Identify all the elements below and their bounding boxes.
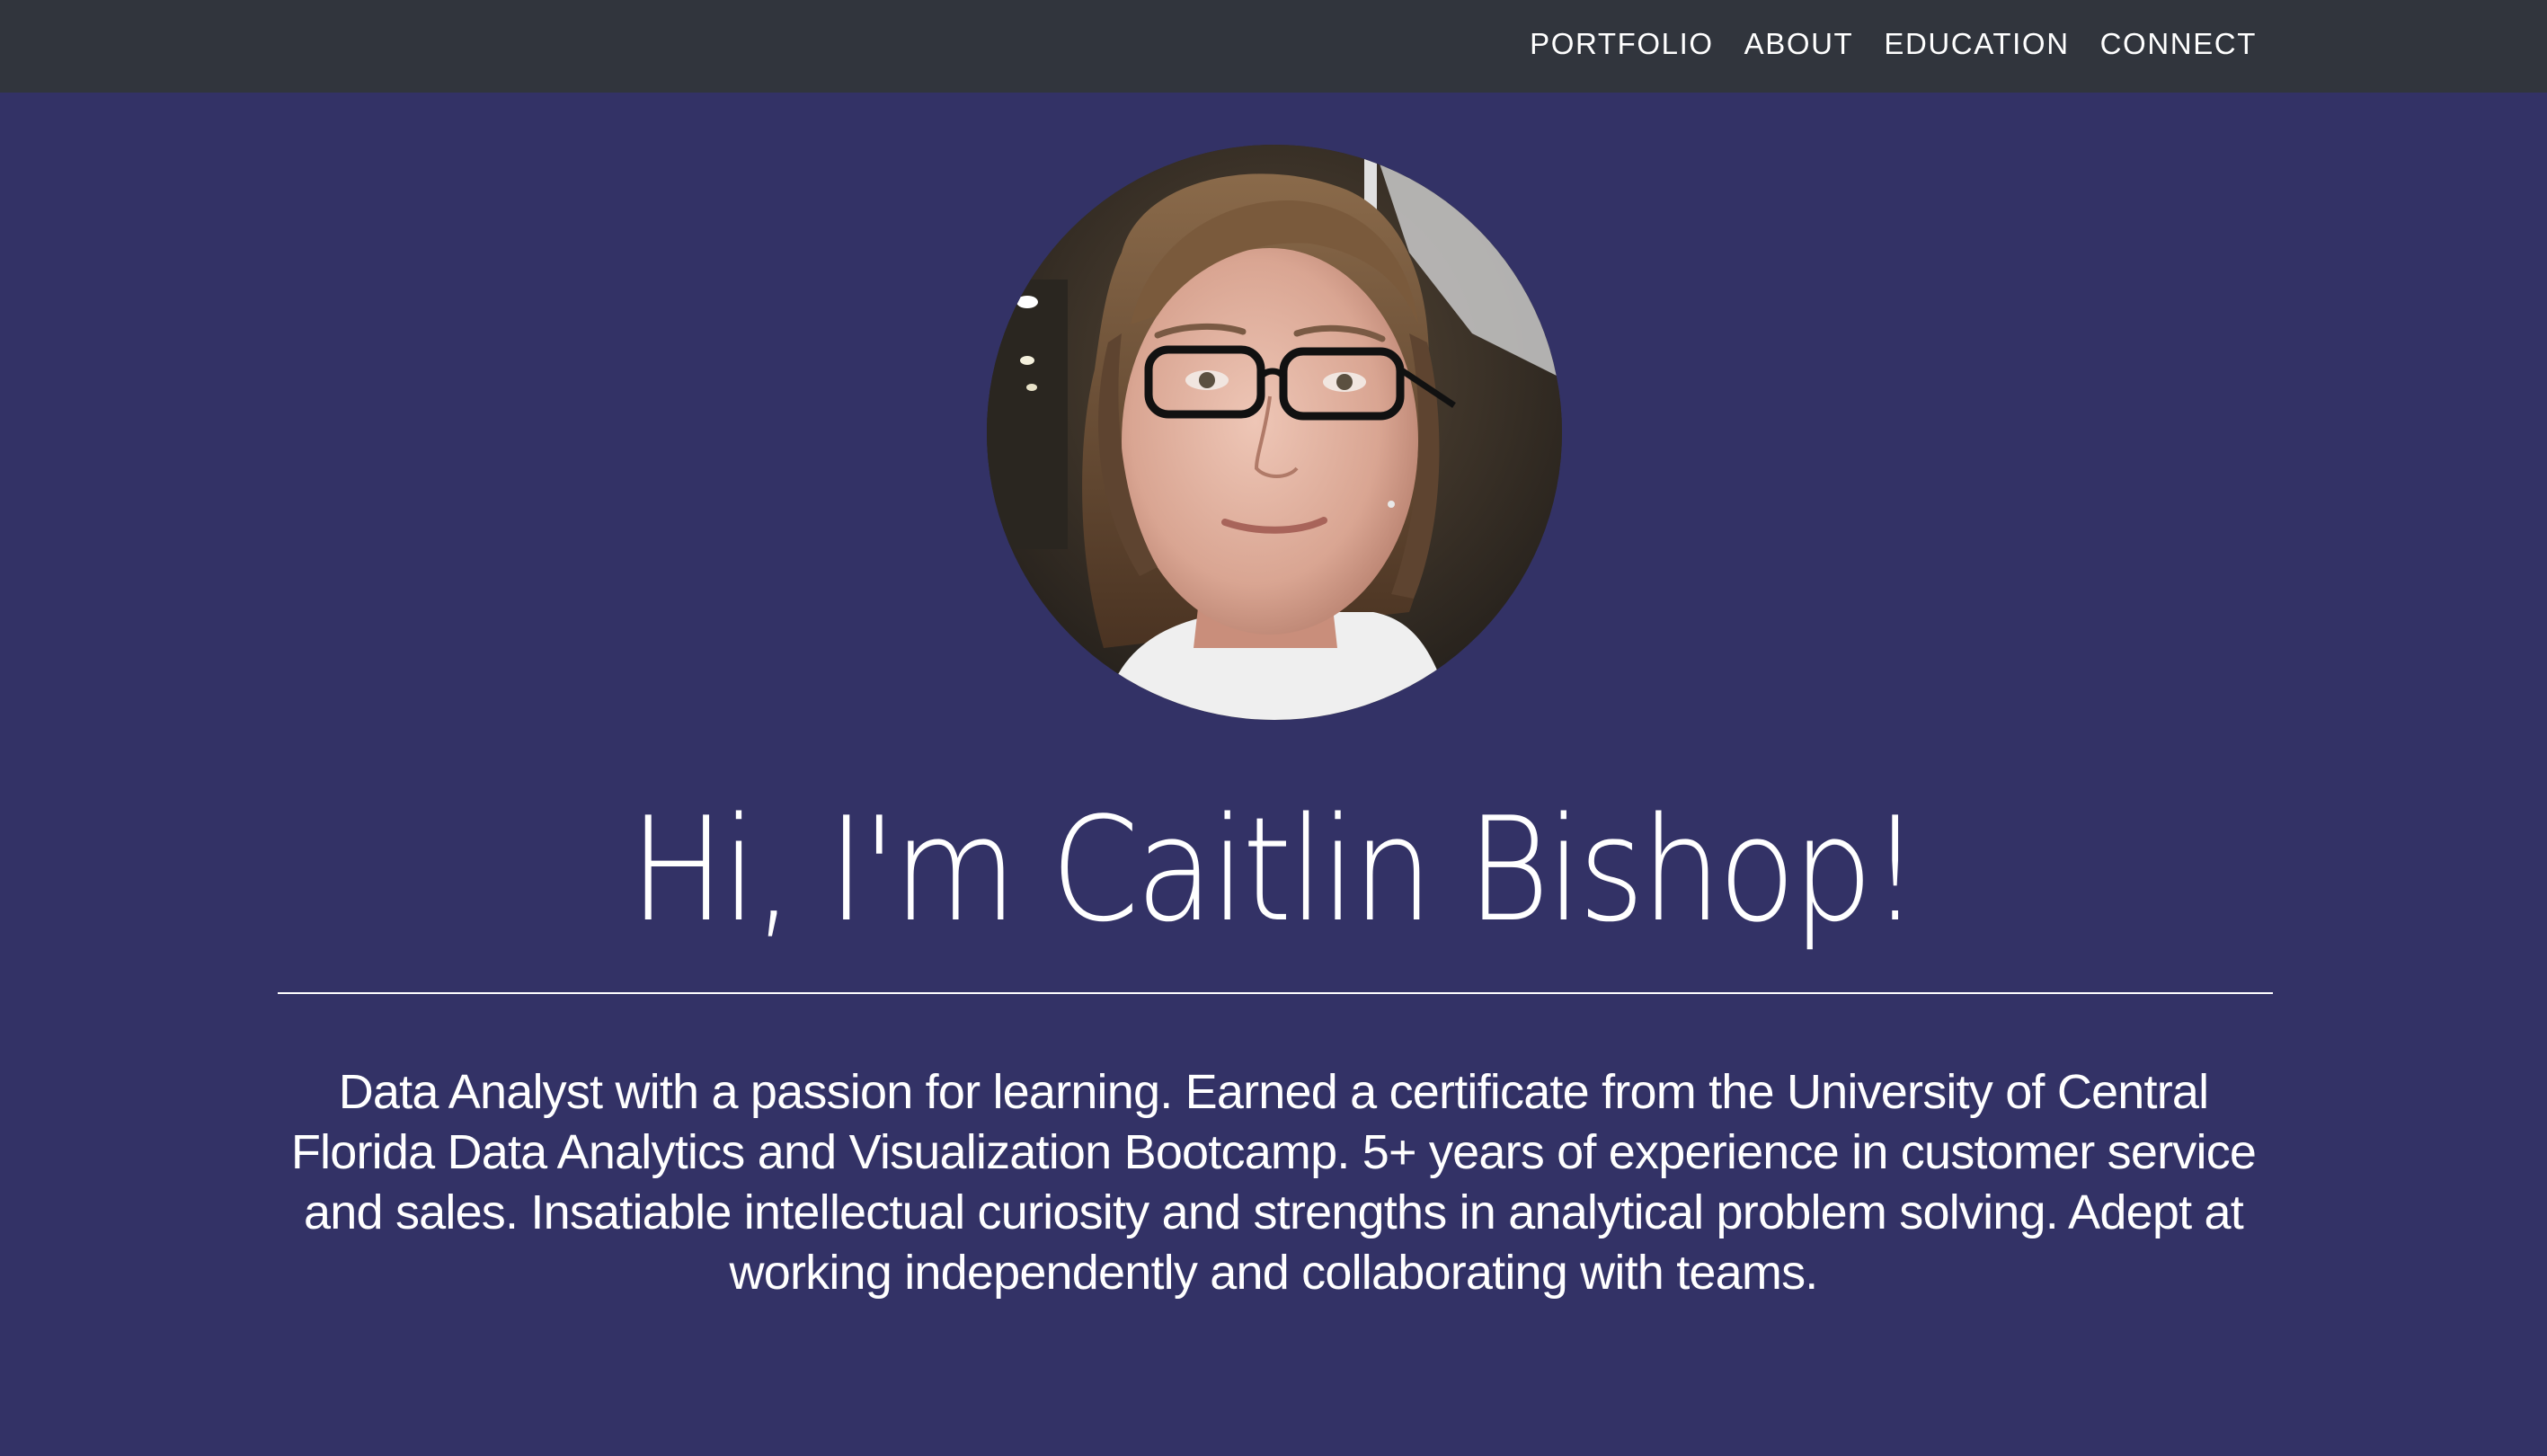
nav-link-education[interactable]: EDUCATION xyxy=(1884,27,2069,61)
bio-text: Data Analyst with a passion for learning… xyxy=(290,1065,2257,1300)
nav-links: PORTFOLIO ABOUT EDUCATION CONNECT xyxy=(1530,0,2257,88)
section-divider xyxy=(278,992,2273,994)
top-navbar: PORTFOLIO ABOUT EDUCATION CONNECT xyxy=(0,0,2547,93)
nav-link-about[interactable]: ABOUT xyxy=(1744,27,1854,61)
nav-link-connect[interactable]: CONNECT xyxy=(2100,27,2257,61)
nav-link-portfolio[interactable]: PORTFOLIO xyxy=(1530,27,1714,61)
hero-title: Hi, I'm Caitlin Bishop! xyxy=(629,786,1921,954)
profile-photo xyxy=(987,145,1562,720)
